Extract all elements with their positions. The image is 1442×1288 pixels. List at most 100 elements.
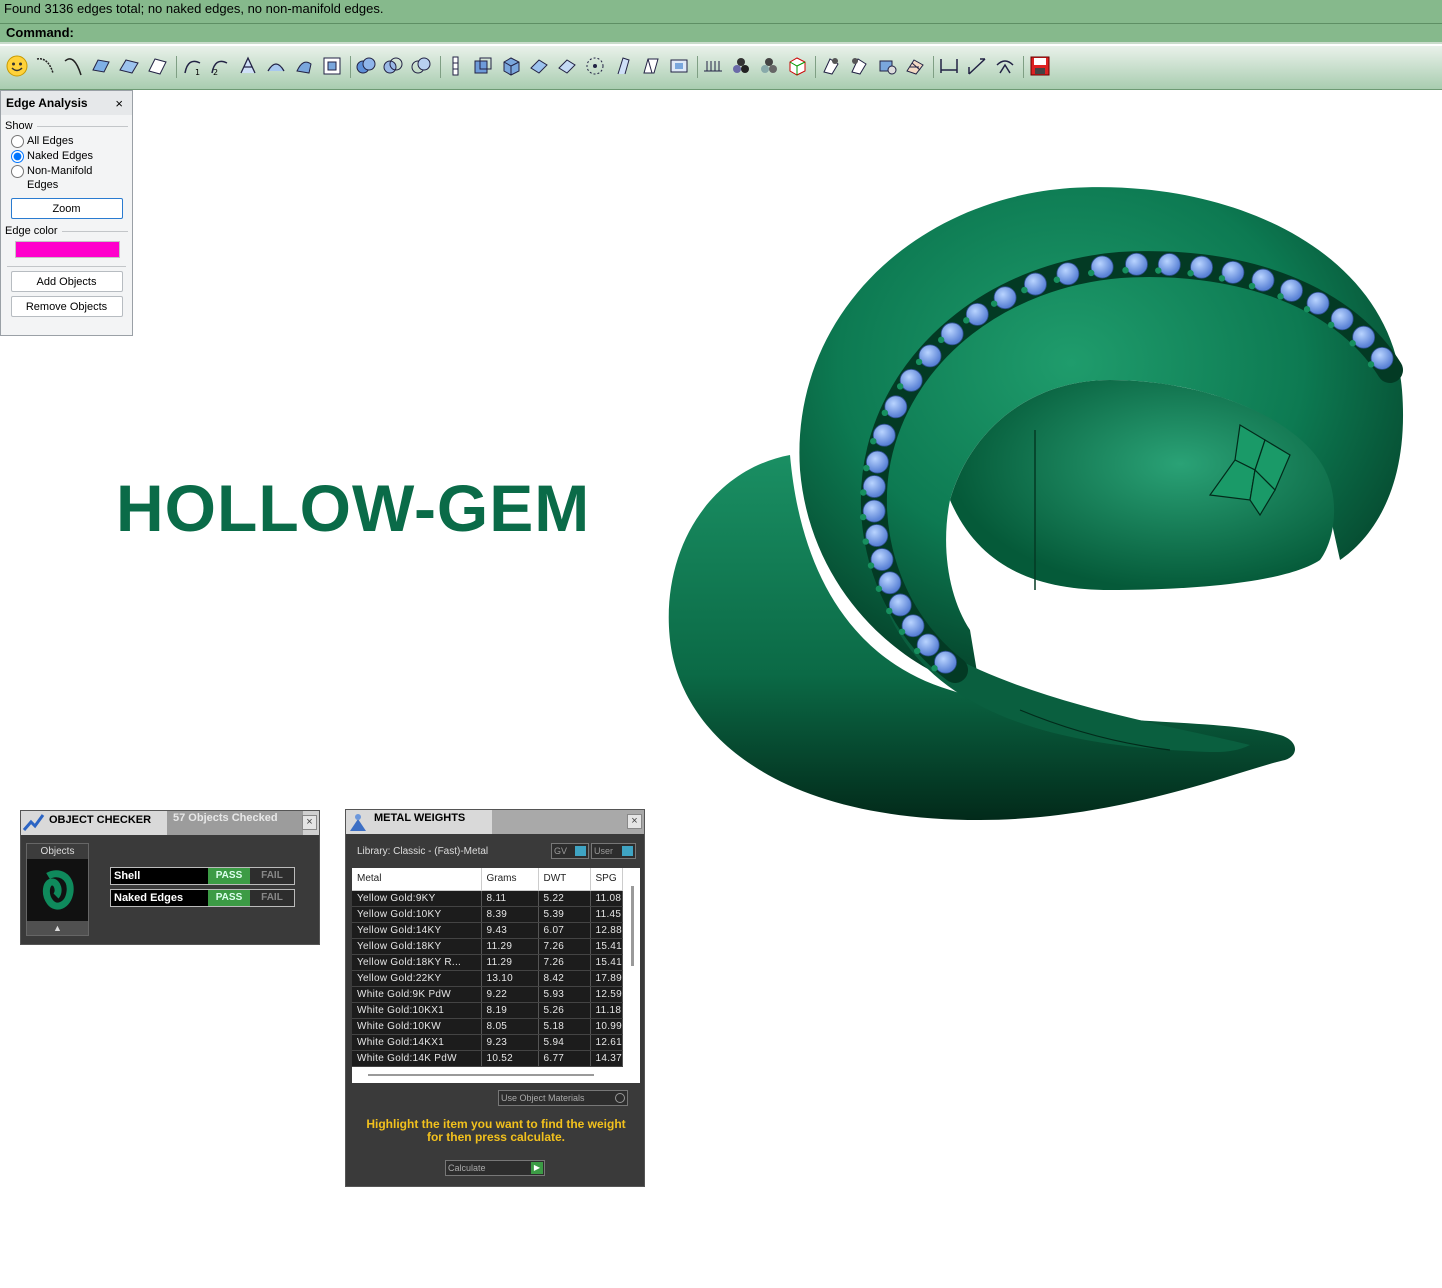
boolean-icon[interactable]	[354, 54, 378, 78]
column-header[interactable]: SPG	[590, 868, 623, 891]
plane-icon[interactable]	[117, 54, 141, 78]
shade-icon[interactable]	[757, 54, 781, 78]
curve-icon[interactable]	[61, 54, 85, 78]
box-icon[interactable]	[499, 54, 523, 78]
object-checker-title: OBJECT CHECKER	[49, 814, 152, 826]
checker-logo-icon	[22, 814, 45, 831]
surface-icon[interactable]	[292, 54, 316, 78]
surface-icon[interactable]	[89, 54, 113, 78]
table-cell: 11.18	[590, 1002, 623, 1019]
table-row[interactable]: White Gold:14K PdW 10.52 6.77 14.37	[352, 1050, 623, 1067]
check-shell-fail: FAIL	[250, 868, 294, 884]
plane-icon[interactable]	[145, 54, 169, 78]
gem-stone	[1280, 278, 1303, 302]
frame-icon[interactable]	[667, 54, 691, 78]
close-icon[interactable]: ×	[115, 96, 127, 111]
calculate-button[interactable]: Calculate ▶	[445, 1160, 545, 1176]
metal-table[interactable]: Metal Grams DWT SPG Yellow Gold:9KY 8.11 5…	[352, 868, 640, 1083]
tool-icon[interactable]	[847, 54, 871, 78]
table-cell: 11.08	[590, 890, 623, 907]
add-objects-button[interactable]: Add Objects	[10, 271, 123, 292]
table-row[interactable]: White Gold:10KW 8.05 5.18 10.99	[352, 1018, 623, 1035]
radio-naked-edges[interactable]: Naked Edges	[11, 149, 132, 163]
radio-naked-edges-input[interactable]	[11, 150, 24, 163]
curve-icon[interactable]	[611, 54, 635, 78]
table-row[interactable]: White Gold:9K PdW 9.22 5.93 12.59	[352, 986, 623, 1003]
close-icon[interactable]: ×	[302, 815, 317, 830]
surface-icon[interactable]	[555, 54, 579, 78]
surface-icon[interactable]	[639, 54, 663, 78]
table-row[interactable]: Yellow Gold:18KY 11.29 7.26 15.41	[352, 938, 623, 955]
table-row[interactable]: Yellow Gold:22KY 13.10 8.42 17.89	[352, 970, 623, 987]
surface-icon[interactable]	[236, 54, 260, 78]
tool-icon[interactable]	[875, 54, 899, 78]
prong	[870, 437, 877, 445]
scroll-up-icon[interactable]: ▲	[27, 921, 88, 935]
shade-icon[interactable]	[729, 54, 753, 78]
radio-all-edges[interactable]: All Edges	[11, 134, 132, 148]
table-header-row: Metal Grams DWT SPG	[352, 868, 623, 891]
object-thumbnail[interactable]	[27, 859, 88, 921]
table-cell: Yellow Gold:9KY	[352, 890, 482, 907]
objects-label: Objects	[27, 844, 88, 859]
smiley-icon[interactable]	[5, 54, 29, 78]
surface-icon[interactable]	[264, 54, 288, 78]
table-cell: 12.61	[590, 1034, 623, 1051]
cube-icon[interactable]	[785, 54, 809, 78]
remove-objects-button[interactable]: Remove Objects	[10, 296, 123, 317]
edge-color-swatch[interactable]	[15, 241, 120, 258]
points-icon[interactable]	[583, 54, 607, 78]
gem-stone	[934, 650, 957, 674]
objects-list[interactable]: Objects ▲	[26, 843, 89, 936]
split-icon[interactable]	[444, 54, 468, 78]
metal-weights-tab[interactable]: METAL WEIGHTS	[346, 810, 492, 834]
table-cell: White Gold:14K PdW	[352, 1050, 482, 1067]
dimension-icon[interactable]	[937, 54, 961, 78]
surface-icon[interactable]	[527, 54, 551, 78]
boolean-icon[interactable]	[409, 54, 433, 78]
object-checker-tab[interactable]: OBJECT CHECKER	[21, 811, 167, 835]
table-row[interactable]: Yellow Gold:14KY 9.43 6.07 12.88	[352, 922, 623, 939]
command-prompt[interactable]: Command:	[0, 24, 1442, 44]
prong	[862, 538, 869, 545]
radio-non-manifold-input[interactable]	[11, 165, 24, 178]
table-cell: Yellow Gold:14KY	[352, 922, 482, 939]
dimension-icon[interactable]	[965, 54, 989, 78]
table-row[interactable]: White Gold:10KX1 8.19 5.26 11.18	[352, 1002, 623, 1019]
curve-icon[interactable]: 1	[181, 54, 205, 78]
column-header[interactable]: Grams	[481, 868, 539, 891]
tool-icon[interactable]	[819, 54, 843, 78]
table-cell: 7.26	[538, 938, 591, 955]
zoom-button[interactable]: Zoom	[10, 198, 123, 219]
curve-icon[interactable]: 2	[208, 54, 232, 78]
horizontal-scrollbar[interactable]	[368, 1074, 594, 1076]
hero-title: HOLLOW-GEM	[116, 471, 591, 545]
box-icon[interactable]	[471, 54, 495, 78]
objects-checked-tab[interactable]: 57 Objects Checked	[167, 811, 303, 835]
table-row[interactable]: Yellow Gold:10KY 8.39 5.39 11.45	[352, 906, 623, 923]
use-object-materials-toggle[interactable]: Use Object Materials	[498, 1090, 628, 1106]
grid-icon[interactable]	[701, 54, 725, 78]
gem-stone	[884, 395, 908, 419]
table-row[interactable]: Yellow Gold:9KY 8.11 5.22 11.08	[352, 890, 623, 907]
dimension-icon[interactable]	[993, 54, 1017, 78]
ring-model-viewport[interactable]	[650, 170, 1430, 840]
save-icon[interactable]	[1028, 54, 1052, 78]
snap-icon[interactable]	[320, 54, 344, 78]
gv-toggle[interactable]: GV	[551, 843, 589, 859]
close-icon[interactable]: ×	[627, 814, 642, 829]
column-header[interactable]: Metal	[352, 868, 482, 891]
boolean-icon[interactable]	[381, 54, 405, 78]
table-row[interactable]: Yellow Gold:18KY R... 11.29 7.26 15.41	[352, 954, 623, 971]
table-cell: 9.22	[481, 986, 539, 1003]
column-header[interactable]: DWT	[538, 868, 591, 891]
curve-icon[interactable]	[33, 54, 57, 78]
vertical-scrollbar[interactable]	[631, 886, 634, 966]
table-row[interactable]: White Gold:14KX1 9.23 5.94 12.61	[352, 1034, 623, 1051]
table-cell: 13.10	[481, 970, 539, 987]
user-toggle[interactable]: User	[591, 843, 636, 859]
gem-stone	[865, 524, 889, 547]
radio-all-edges-input[interactable]	[11, 135, 24, 148]
radio-non-manifold-edges[interactable]: Non-Manifold Edges	[11, 164, 132, 192]
tool-icon[interactable]	[903, 54, 927, 78]
